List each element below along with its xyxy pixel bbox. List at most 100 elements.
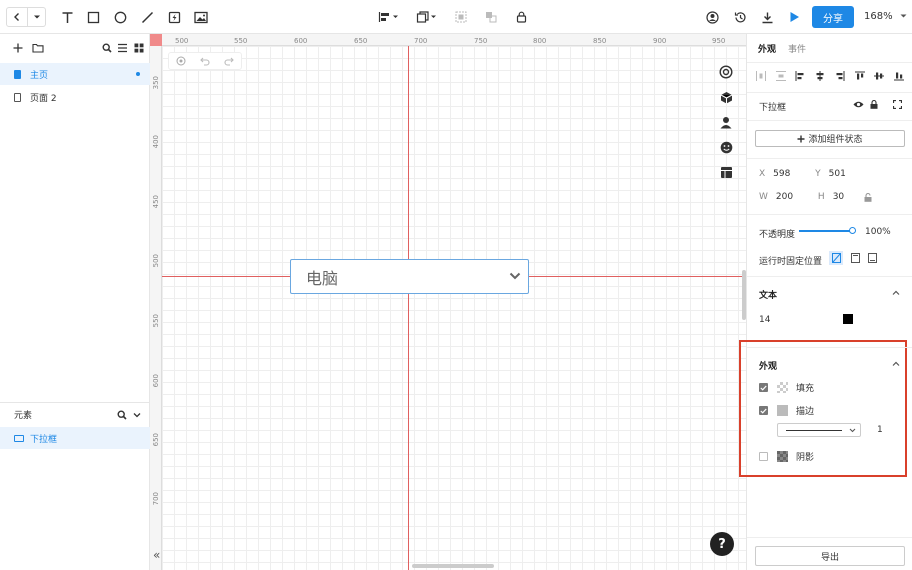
page-icon [14, 92, 21, 102]
distribute-vertical-icon[interactable] [775, 71, 786, 81]
opacity-slider-track[interactable] [799, 230, 851, 232]
folder-icon[interactable] [32, 43, 44, 53]
page-icon [14, 69, 21, 79]
preview-button[interactable] [785, 7, 803, 27]
align-left-icon[interactable] [795, 71, 805, 81]
fix-bottom-icon[interactable] [868, 253, 877, 263]
group-button[interactable] [452, 7, 470, 27]
help-button[interactable]: ? [710, 532, 734, 556]
export-button[interactable]: 导出 [755, 546, 905, 566]
h-input[interactable]: 30 [833, 192, 844, 202]
zoom-selector[interactable]: 168% [864, 11, 907, 22]
fill-checkbox[interactable] [759, 383, 768, 392]
x-input[interactable]: 598 [773, 169, 815, 179]
align-top-icon[interactable] [854, 71, 865, 81]
dropdown-caret-icon [33, 15, 40, 19]
opacity-slider-handle[interactable] [849, 227, 856, 234]
text-color-swatch[interactable] [843, 314, 853, 324]
ruler-tick: 900 [653, 37, 667, 45]
ruler-tick: 850 [593, 37, 607, 45]
tab-appearance[interactable]: 外观 [758, 42, 776, 55]
fix-top-icon[interactable] [851, 253, 860, 263]
page-item-2[interactable]: 页面 2 [0, 86, 150, 108]
fixed-position-label: 运行时固定位置 [759, 257, 823, 267]
fullscreen-icon[interactable] [893, 100, 902, 109]
components-button[interactable] [717, 63, 735, 81]
chevron-up-icon[interactable] [892, 289, 900, 297]
fill-swatch[interactable] [777, 382, 788, 393]
collapse-panel-button[interactable]: « [153, 548, 160, 562]
arrange-menu-button[interactable] [415, 7, 439, 27]
account-button[interactable] [703, 7, 721, 27]
chevron-down-icon[interactable] [133, 411, 141, 419]
text-section-title[interactable]: 文本 [759, 288, 777, 301]
aspect-lock-icon[interactable] [864, 193, 872, 202]
align-middle-vertical-icon[interactable] [874, 71, 885, 81]
search-icon[interactable] [102, 43, 112, 53]
avatars-button[interactable] [717, 113, 735, 131]
history-dropdown-button[interactable] [28, 7, 46, 27]
line-tool-icon [141, 11, 153, 23]
templates-button[interactable] [717, 163, 735, 181]
back-button[interactable] [6, 7, 28, 27]
align-menu-button[interactable] [377, 7, 401, 27]
download-button[interactable] [758, 7, 776, 27]
dropdown-component[interactable]: 电脑 [290, 259, 529, 294]
shadow-checkbox[interactable] [759, 452, 768, 461]
shadow-swatch[interactable] [777, 451, 788, 462]
font-size-value[interactable]: 14 [759, 315, 770, 325]
fixed-none-button[interactable] [829, 251, 843, 265]
sort-icon[interactable] [117, 43, 128, 53]
3d-shapes-button[interactable] [717, 88, 735, 106]
page-item-label: 页面 2 [30, 93, 57, 104]
circle-tool-icon [114, 11, 126, 23]
history-button[interactable] [731, 7, 749, 27]
ruler-tick: 550 [234, 37, 248, 45]
page-item-home[interactable]: 主页 [0, 63, 150, 85]
line-tool-button[interactable] [138, 7, 156, 27]
share-button[interactable]: 分享 [812, 6, 854, 28]
align-icon [378, 12, 398, 22]
canvas[interactable]: 500 550 600 650 700 750 800 850 900 950 … [150, 34, 746, 570]
tab-events[interactable]: 事件 [788, 42, 806, 55]
circle-tool-button[interactable] [111, 7, 129, 27]
stroke-swatch[interactable] [777, 405, 788, 416]
ruler-corner[interactable] [150, 34, 162, 46]
undo-icon[interactable] [200, 56, 210, 66]
chevron-up-icon[interactable] [892, 360, 900, 368]
y-input[interactable]: 501 [829, 169, 846, 179]
stroke-style-select[interactable] [777, 423, 861, 437]
align-center-horizontal-icon[interactable] [815, 71, 825, 81]
w-input[interactable]: 200 [776, 192, 818, 202]
lock-icon[interactable] [870, 100, 878, 109]
eye-icon[interactable] [853, 100, 864, 109]
text-tool-button[interactable] [58, 7, 76, 27]
ruler-tick: 800 [533, 37, 547, 45]
add-component-state-button[interactable]: 添加组件状态 [755, 130, 905, 147]
horizontal-scrollbar[interactable] [412, 564, 494, 568]
lock-button[interactable] [512, 7, 530, 27]
element-item-dropdown[interactable]: 下拉框 [0, 427, 150, 449]
target-icon[interactable] [176, 56, 186, 66]
interaction-tool-button[interactable] [165, 7, 183, 27]
align-bottom-icon[interactable] [894, 71, 905, 81]
divider [747, 62, 912, 63]
add-page-icon[interactable] [13, 43, 23, 53]
ungroup-button[interactable] [482, 7, 500, 27]
appearance-section-title[interactable]: 外观 [759, 359, 777, 372]
x-label: X [759, 169, 766, 179]
redo-icon[interactable] [224, 56, 234, 66]
download-icon [762, 12, 772, 23]
grid-view-icon[interactable] [134, 43, 144, 53]
emoji-button[interactable] [717, 138, 735, 156]
zoom-level: 168% [864, 11, 893, 22]
image-tool-button[interactable] [192, 7, 210, 27]
component-name[interactable]: 下拉框 [759, 100, 786, 113]
check-icon [760, 385, 767, 391]
rectangle-tool-button[interactable] [84, 7, 102, 27]
distribute-horizontal-icon[interactable] [755, 71, 766, 81]
align-right-icon[interactable] [835, 71, 845, 81]
stroke-width-value[interactable]: 1 [877, 425, 883, 435]
stroke-checkbox[interactable] [759, 406, 768, 415]
search-icon[interactable] [117, 410, 127, 420]
